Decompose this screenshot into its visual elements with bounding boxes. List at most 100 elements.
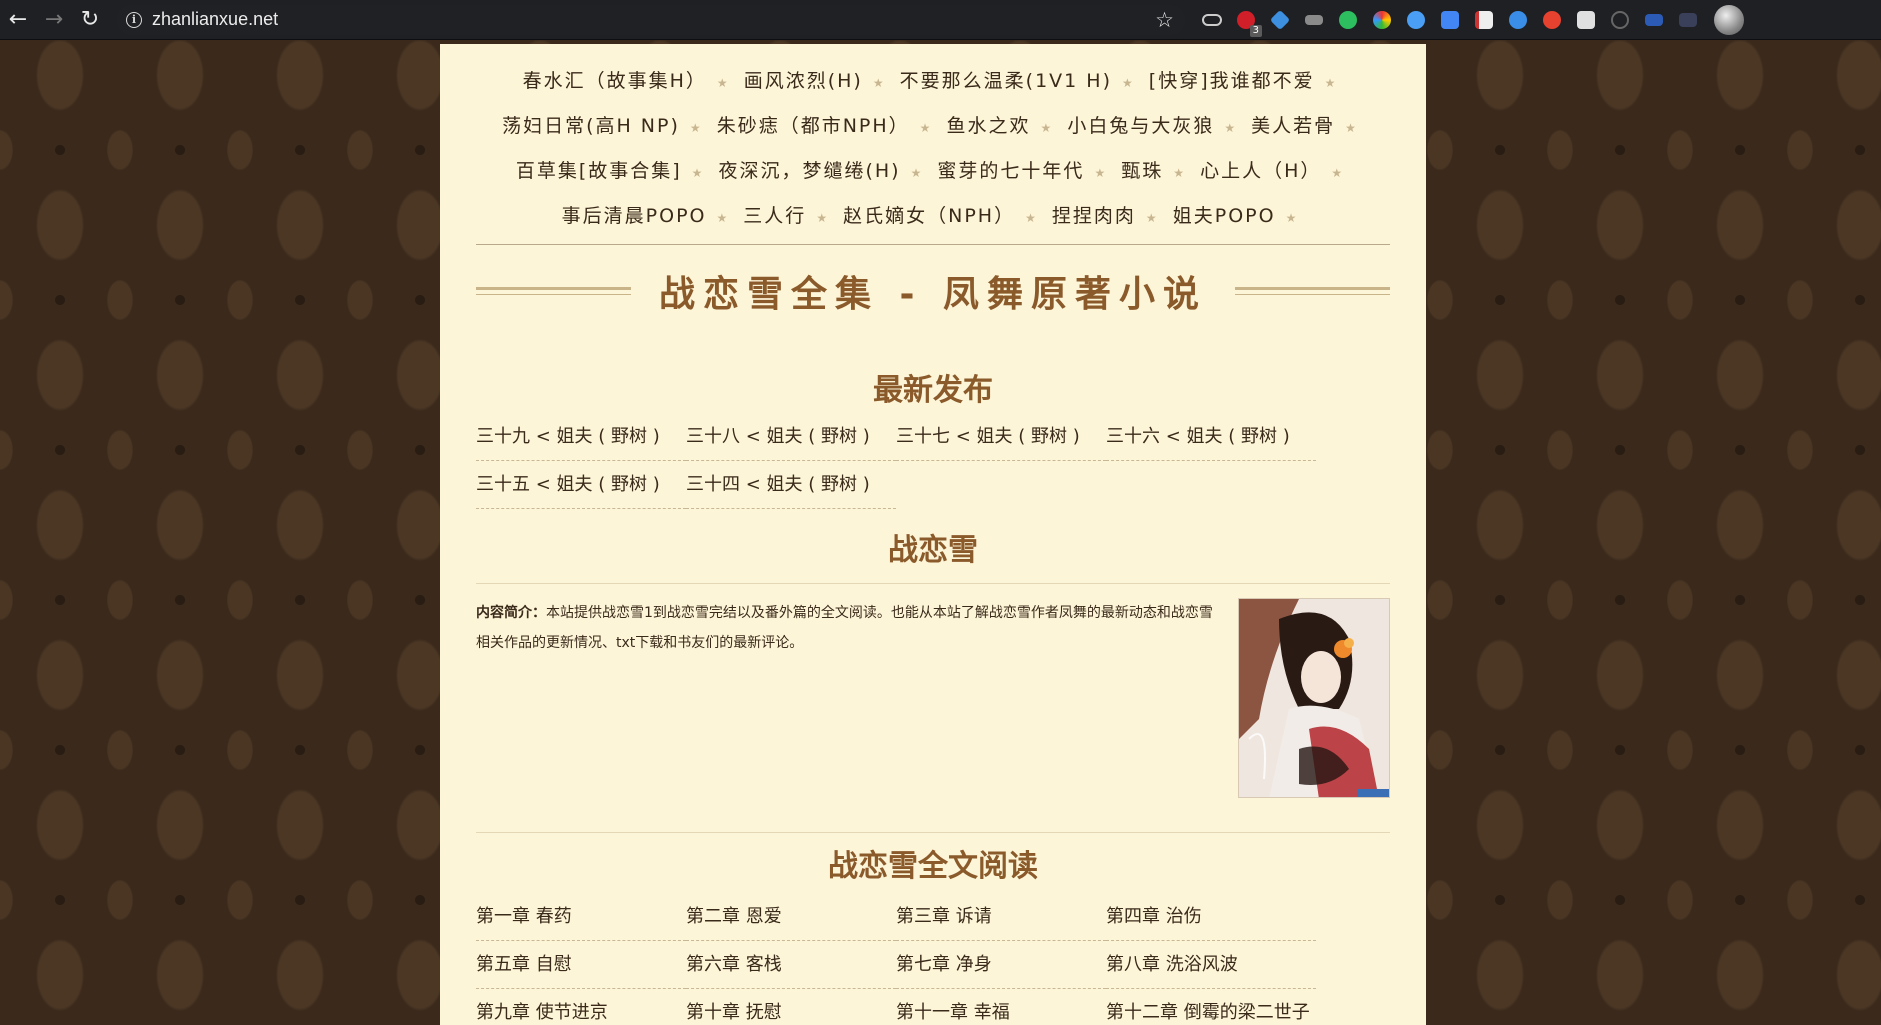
friend-link[interactable]: [快穿]我谁都不爱: [1149, 70, 1315, 92]
glasses-extension-icon[interactable]: [1198, 6, 1226, 34]
friend-link[interactable]: 蜜芽的七十年代: [937, 160, 1084, 182]
link-separator-star-icon: ★: [689, 121, 703, 135]
chapter-link[interactable]: 第一章 春药: [476, 893, 686, 941]
latest-item-link[interactable]: 三十五 < 姐夫 ( 野树 ): [476, 461, 686, 509]
friend-link[interactable]: 姐夫POPO: [1173, 205, 1276, 227]
chapter-link[interactable]: 第十章 抚慰: [686, 989, 896, 1025]
link-separator-star-icon: ★: [816, 211, 830, 225]
link-separator-star-icon: ★: [716, 76, 730, 90]
friend-link[interactable]: 甄珠: [1121, 160, 1163, 182]
link-separator-star-icon: ★: [1285, 211, 1299, 225]
back-arrow-icon[interactable]: ←: [0, 2, 36, 38]
chapter-link[interactable]: 第五章 自慰: [476, 941, 686, 989]
friend-links: 春水汇（故事集H） ★ 画风浓烈(H) ★ 不要那么温柔(1V1 H) ★ [快穿]我…: [476, 44, 1390, 245]
link-separator-star-icon: ★: [910, 166, 924, 180]
disabled-extension-icon[interactable]: [1606, 6, 1634, 34]
bookmark-star-icon[interactable]: ☆: [1155, 8, 1174, 32]
chapter-link[interactable]: 第十二章 倒霉的梁二世子: [1106, 989, 1316, 1025]
link-separator-star-icon: ★: [1145, 211, 1159, 225]
friend-link[interactable]: 荡妇日常(高H NP): [502, 115, 680, 137]
site-title: 战恋雪全集 - 凤舞原著小说: [659, 274, 1208, 315]
link-separator-star-icon: ★: [919, 121, 933, 135]
friend-link[interactable]: 不要那么温柔(1V1 H): [900, 70, 1112, 92]
link-separator-star-icon: ★: [1025, 211, 1038, 225]
friend-link[interactable]: 三人行: [743, 205, 806, 227]
title-rule-right: [1235, 287, 1391, 295]
red-swirl-extension-icon[interactable]: 3: [1232, 6, 1262, 37]
link-separator-star-icon: ★: [872, 76, 886, 90]
friend-link[interactable]: 夜深沉，梦缱绻(H): [718, 160, 900, 182]
chapter-link[interactable]: 第八章 洗浴风波: [1106, 941, 1316, 989]
film-extension-icon[interactable]: [1470, 6, 1498, 34]
link-separator-star-icon: ★: [1345, 121, 1358, 135]
chapter-link[interactable]: 第七章 净身: [896, 941, 1106, 989]
latest-item-link[interactable]: 三十九 < 姐夫 ( 野树 ): [476, 413, 686, 461]
extensions-bar: 3: [1198, 6, 1702, 37]
title-rule-left: [476, 287, 631, 295]
latest-list: 三十九 < 姐夫 ( 野树 ) 三十八 < 姐夫 ( 野树 ) 三十七 < 姐夫 (…: [476, 413, 1316, 509]
chapter-link[interactable]: 第四章 治伤: [1106, 893, 1316, 941]
link-separator-star-icon: ★: [1040, 121, 1054, 135]
divider: [476, 832, 1390, 833]
link-separator-star-icon: ★: [1224, 121, 1238, 135]
chapter-list: 第一章 春药 第二章 恩爱 第三章 诉请 第四章 治伤第五章 自慰 第六章 客栈 第七章 …: [476, 893, 1316, 1025]
evernote-extension-icon[interactable]: [1334, 6, 1362, 34]
profile-avatar[interactable]: [1714, 4, 1744, 35]
friend-link[interactable]: 心上人（H）: [1200, 160, 1321, 182]
diamond-extension-icon[interactable]: [1266, 6, 1294, 34]
chapters-heading: 战恋雪全文阅读: [828, 849, 1038, 884]
chapter-link[interactable]: 第六章 客栈: [686, 941, 896, 989]
latest-item-link[interactable]: 三十六 < 姐夫 ( 野树 ): [1106, 413, 1316, 461]
friend-link[interactable]: 小白兔与大灰狼: [1067, 115, 1214, 137]
friend-link[interactable]: 朱砂痣（都市NPH）: [717, 115, 910, 137]
friend-link[interactable]: 捏捏肉肉: [1052, 205, 1136, 227]
latest-heading: 最新发布: [873, 373, 993, 408]
link-separator-star-icon: ★: [716, 211, 730, 225]
chat-extension-icon[interactable]: [1402, 6, 1430, 34]
friend-link[interactable]: 事后清晨POPO: [562, 205, 707, 227]
chapter-link[interactable]: 第十一章 幸福: [896, 989, 1106, 1025]
book-title: 战恋雪: [888, 533, 978, 568]
address-bar[interactable]: i zhanlianxue.net ☆: [116, 4, 1186, 35]
extension-badge-count: 3: [1249, 24, 1262, 37]
intro-label: 内容简介：: [476, 605, 546, 621]
friend-link[interactable]: 画风浓烈(H): [744, 70, 863, 92]
reload-icon[interactable]: ↻: [72, 2, 108, 38]
friend-link[interactable]: 鱼水之欢: [946, 115, 1030, 137]
link-separator-star-icon: ★: [1094, 166, 1108, 180]
latest-item-link[interactable]: 三十四 < 姐夫 ( 野树 ): [686, 461, 896, 509]
friend-link[interactable]: 百草集[故事合集]: [516, 160, 682, 182]
screen-extension-icon[interactable]: [1674, 6, 1702, 34]
divider: [476, 583, 1390, 584]
latest-item-link[interactable]: 三十七 < 姐夫 ( 野树 ): [896, 413, 1106, 461]
s-extension-icon[interactable]: [1572, 6, 1600, 34]
feather-extension-icon[interactable]: [1504, 6, 1532, 34]
book-intro: 内容简介：本站提供战恋雪1到战恋雪完结以及番外篇的全文阅读。也能从本站了解战恋雪…: [476, 598, 1390, 798]
forward-arrow-icon[interactable]: →: [36, 2, 72, 38]
chapter-link[interactable]: 第九章 使节进京: [476, 989, 686, 1025]
browser-toolbar: ← → ↻ i zhanlianxue.net ☆ 3: [0, 0, 1881, 40]
chapter-link[interactable]: 第三章 诉请: [896, 893, 1106, 941]
page-container: 春水汇（故事集H） ★ 画风浓烈(H) ★ 不要那么温柔(1V1 H) ★ [快穿]我…: [440, 44, 1426, 1025]
color-wheel-extension-icon[interactable]: [1368, 6, 1396, 34]
site-info-icon[interactable]: i: [126, 11, 142, 28]
translate-extension-icon[interactable]: [1436, 6, 1464, 34]
link-separator-star-icon: ★: [1173, 166, 1187, 180]
hat-extension-icon[interactable]: [1300, 6, 1328, 34]
cover-illustration: [1239, 599, 1389, 797]
link-separator-star-icon: ★: [1331, 166, 1345, 180]
content-column: 春水汇（故事集H） ★ 画风浓烈(H) ★ 不要那么温柔(1V1 H) ★ [快穿]我…: [476, 44, 1391, 1025]
friend-link[interactable]: 美人若骨: [1251, 115, 1335, 137]
friend-link[interactable]: 赵氏嫡女（NPH）: [843, 205, 1015, 227]
latest-item-link[interactable]: 三十八 < 姐夫 ( 野树 ): [686, 413, 896, 461]
intro-text: 本站提供战恋雪1到战恋雪完结以及番外篇的全文阅读。也能从本站了解战恋雪作者凤舞的…: [476, 605, 1213, 651]
intro-paragraph: 内容简介：本站提供战恋雪1到战恋雪完结以及番外篇的全文阅读。也能从本站了解战恋雪…: [476, 598, 1238, 798]
link-separator-star-icon: ★: [691, 166, 705, 180]
weibo-extension-icon[interactable]: [1538, 6, 1566, 34]
link-separator-star-icon: ★: [1121, 76, 1135, 90]
grid-extension-icon[interactable]: [1640, 6, 1668, 34]
chapter-link[interactable]: 第二章 恩爱: [686, 893, 896, 941]
url-text[interactable]: zhanlianxue.net: [152, 9, 278, 30]
friend-link[interactable]: 春水汇（故事集H）: [523, 70, 707, 92]
book-cover-image[interactable]: [1238, 598, 1390, 798]
